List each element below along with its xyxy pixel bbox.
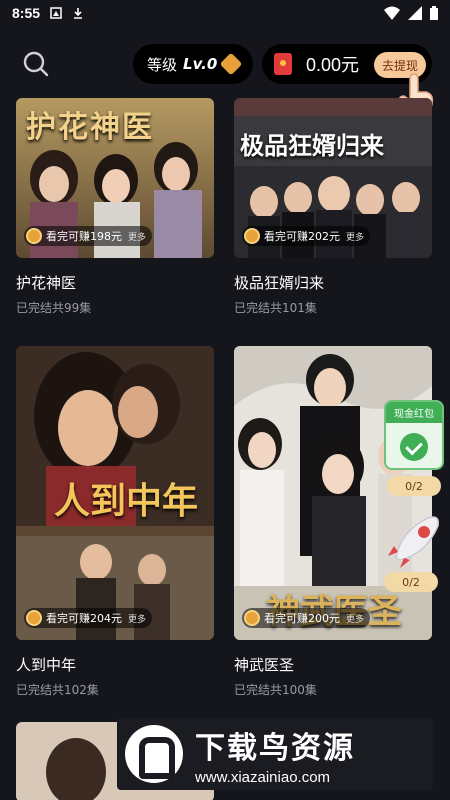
check-icon xyxy=(400,433,428,461)
reward-badge: 看完可赚204元 更多 xyxy=(24,608,153,628)
balance-amount: 0.00元 xyxy=(306,55,360,75)
reward-badge: 看完可赚200元 更多 xyxy=(242,608,371,628)
drama-card[interactable]: 人到中年 看完可赚204元 更多 人到中年 已完结共102集 xyxy=(16,346,214,698)
coin-icon xyxy=(244,610,260,626)
gem-icon xyxy=(219,52,243,76)
battery-icon xyxy=(430,6,438,20)
watermark-banner: 下载鸟资源 www.xiazainiao.com xyxy=(117,718,433,790)
redpack-title: 现金红包 xyxy=(386,402,442,423)
top-bar: 等级 Lv.0 0.00元 去提现 xyxy=(0,38,450,118)
coin-icon xyxy=(26,228,42,244)
reward-text: 看完可赚202元 xyxy=(264,230,340,243)
drama-episode-status: 已完结共102集 xyxy=(16,683,99,697)
more-text: 更多 xyxy=(346,232,365,243)
watermark-url: www.xiazainiao.com xyxy=(195,768,331,786)
signal-icon xyxy=(408,6,422,20)
redpack-progress: 0/2 xyxy=(387,476,441,496)
cash-redpack[interactable]: 现金红包 xyxy=(384,400,444,470)
reward-text: 看完可赚198元 xyxy=(46,230,122,243)
drama-title: 护花神医 xyxy=(16,274,77,292)
poster-title: 护花神医 xyxy=(26,110,154,145)
more-text: 更多 xyxy=(128,232,147,243)
level-label: 等级 xyxy=(147,55,178,74)
coin-icon xyxy=(244,228,260,244)
more-text: 更多 xyxy=(346,614,365,625)
reward-badge: 看完可赚202元 更多 xyxy=(242,226,371,246)
level-badge[interactable]: 等级 Lv.0 xyxy=(133,44,253,84)
drama-card[interactable]: 极品狂婿归来 看完可赚202元 更多 极品狂婿归来 已完结共101集 xyxy=(234,98,432,316)
red-envelope-icon xyxy=(274,53,292,75)
reward-text: 看完可赚204元 xyxy=(46,612,122,625)
level-value: Lv.0 xyxy=(183,55,218,73)
drama-title: 人到中年 xyxy=(16,656,77,674)
search-icon[interactable] xyxy=(22,50,50,78)
cash-redpack-widget[interactable]: 现金红包 0/2 xyxy=(384,400,444,496)
watermark-logo xyxy=(125,725,183,783)
poster-title: 极品狂婿归来 xyxy=(240,131,384,160)
coin-icon xyxy=(26,610,42,626)
drama-episode-status: 已完结共100集 xyxy=(234,683,317,697)
drama-episode-status: 已完结共99集 xyxy=(16,301,92,315)
reward-text: 看完可赚200元 xyxy=(264,612,340,625)
drama-card[interactable]: 护花神医 看完可赚198元 更多 护花神医 已完结共99集 xyxy=(16,98,214,316)
drama-title: 神武医圣 xyxy=(234,656,295,674)
watermark-title: 下载鸟资源 xyxy=(195,730,355,766)
status-time: 8:55 xyxy=(12,5,41,21)
download-notification-icon xyxy=(74,8,83,19)
rocket-icon[interactable] xyxy=(386,512,444,568)
wifi-icon xyxy=(384,6,400,20)
drama-episode-status: 已完结共101集 xyxy=(234,301,317,315)
photo-notification-icon xyxy=(50,7,62,19)
poster-title: 人到中年 xyxy=(54,480,199,522)
status-bar: 8:55 xyxy=(0,0,450,26)
reward-badge: 看完可赚198元 更多 xyxy=(24,226,153,246)
rocket-progress: 0/2 xyxy=(384,572,438,592)
drama-poster[interactable]: 人到中年 看完可赚204元 更多 xyxy=(16,346,214,640)
drama-title: 极品狂婿归来 xyxy=(234,274,325,292)
more-text: 更多 xyxy=(128,614,147,625)
drama-poster[interactable]: 护花神医 看完可赚198元 更多 xyxy=(16,98,214,258)
drama-poster[interactable]: 极品狂婿归来 看完可赚202元 更多 xyxy=(234,98,432,258)
